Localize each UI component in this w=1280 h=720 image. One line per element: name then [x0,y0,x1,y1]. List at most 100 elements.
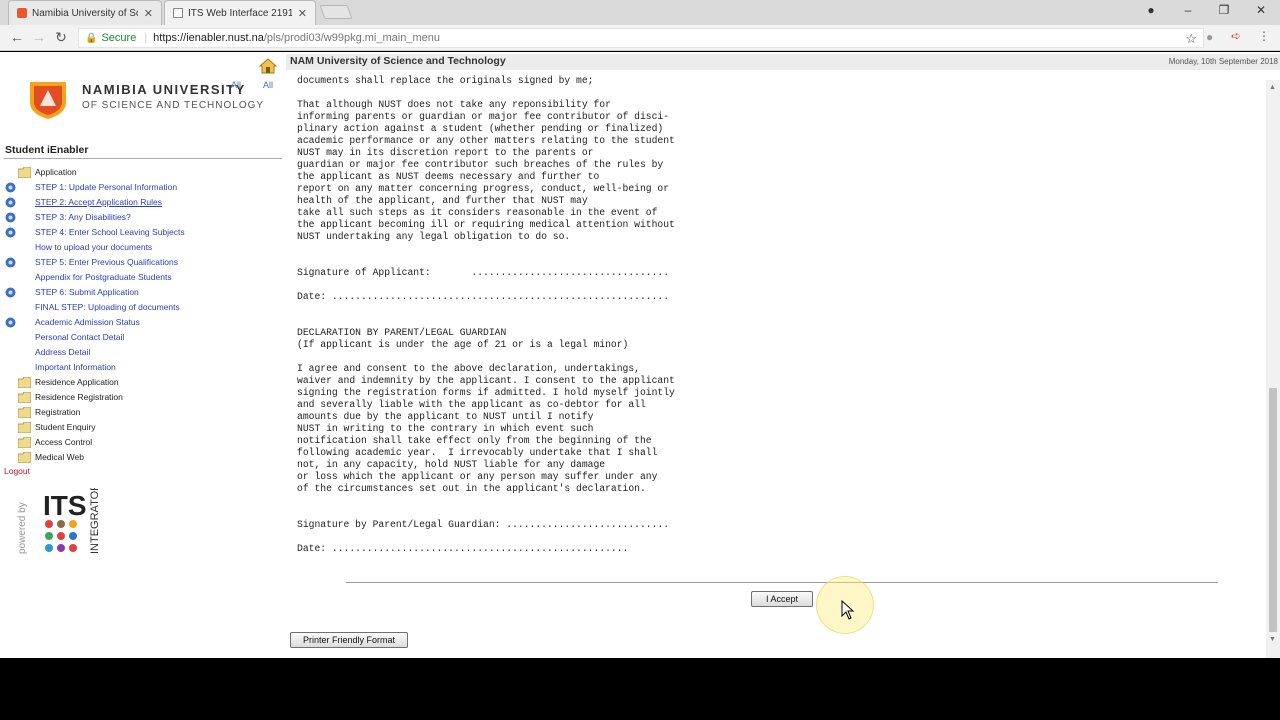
back-icon[interactable]: ← [8,29,26,45]
page: NAMIBIA UNIVERSITY OF SCIENCE AND TECHNO… [0,52,1280,658]
extension-arrow-icon[interactable]: ➪ [1231,29,1241,43]
menu-label: Address Detail [35,347,91,357]
reload-icon[interactable]: ↻ [52,29,70,46]
sidebar-divider [4,158,282,159]
menu-folder-residence-registration[interactable]: Residence Registration [0,390,284,405]
menu-label: Medical Web [35,452,84,462]
forward-icon[interactable]: → [30,29,48,45]
menu-label: Residence Registration [35,392,123,402]
menu-folder-medical-web[interactable]: Medical Web [0,450,284,465]
menu-label: Application [35,167,77,177]
menu-item-final-step[interactable]: FINAL STEP: Uploading of documents [0,300,284,315]
menu-item-important-info[interactable]: Important Information [0,360,284,375]
step-globe-icon [5,197,16,208]
menu-item-step3[interactable]: STEP 3: Any Disabilities? [0,210,284,225]
logo-line-2: OF SCIENCE AND TECHNOLOGY [82,100,265,111]
tab-title: ITS Web Interface 21911 [188,7,292,19]
menu-item-step6[interactable]: STEP 6: Submit Application [0,285,284,300]
expand-all-link[interactable]: All [231,80,241,90]
bookmark-star-icon[interactable]: ☆ [1185,31,1197,47]
menu-item-step4[interactable]: STEP 4: Enter School Leaving Subjects [0,225,284,240]
folder-icon [18,407,31,418]
menu-label: Important Information [35,362,116,372]
browser-toolbar: ← → ↻ 🔒 Secure | https://ienabler.nust.n… [0,25,1280,51]
menu-label: Academic Admission Status [35,317,140,327]
close-window-icon[interactable]: ✕ [1251,3,1271,17]
menu-item-step2[interactable]: STEP 2: Accept Application Rules [0,195,284,210]
powered-by-text: powered by [17,502,28,554]
collapse-all-link[interactable]: All [263,80,273,90]
folder-icon [18,377,31,388]
home-icon[interactable] [258,56,278,76]
menu-label: STEP 2: Accept Application Rules [35,197,162,207]
new-tab-button[interactable] [319,5,353,19]
printer-friendly-button[interactable]: Printer Friendly Format [290,632,408,648]
scroll-up-icon[interactable]: ▲ [1269,84,1276,91]
logout-link[interactable]: Logout [4,466,30,476]
integrator-text: INTEGRATOR [89,488,101,554]
menu-label: Appendix for Postgraduate Students [35,272,172,282]
nust-favicon-icon [17,8,27,18]
sidebar: NAMIBIA UNIVERSITY OF SCIENCE AND TECHNO… [0,52,284,658]
menu-item-step1[interactable]: STEP 1: Update Personal Information [0,180,284,195]
scroll-down-icon[interactable]: ▼ [1269,636,1276,643]
close-tab-icon[interactable]: ✕ [144,7,153,20]
header-bar: NAM University of Science and Technology… [286,54,1280,70]
page-scrollbar[interactable]: ▲ ▼ [1266,80,1280,658]
extension-icon[interactable]: ● [1206,30,1213,44]
folder-icon [18,422,31,433]
folder-icon [18,437,31,448]
sidebar-title: Student iEnabler [5,144,89,156]
tab-its-web-interface[interactable]: ITS Web Interface 21911 ✕ [164,0,316,25]
menu-folder-access-control[interactable]: Access Control [0,435,284,450]
secure-label: Secure [101,32,137,44]
its-integrator-logo: powered by ITS INTEGRATOR [17,488,101,554]
application-rules-text: documents shall replace the originals si… [297,75,675,554]
folder-icon [18,167,31,178]
menu-kebab-icon[interactable]: ⋮ [1258,29,1270,43]
step-globe-icon [5,182,16,193]
page-favicon-icon [173,8,183,18]
logo-line-1: NAMIBIA UNIVERSITY [82,82,246,97]
menu-label: STEP 4: Enter School Leaving Subjects [35,227,185,237]
menu-item-admission-status[interactable]: Academic Admission Status [0,315,284,330]
folder-icon [18,392,31,403]
menu-folder-residence-application[interactable]: Residence Application [0,375,284,390]
menu-label: Residence Application [35,377,119,387]
step-globe-icon [5,287,16,298]
menu-folder-student-enquiry[interactable]: Student Enquiry [0,420,284,435]
omnibox-separator: | [144,32,148,44]
menu-item-upload-howto[interactable]: How to upload your documents [0,240,284,255]
nust-shield-icon [30,82,66,119]
step-globe-icon [5,257,16,268]
menu-folder-application[interactable]: Application [0,165,284,180]
url-path: /pls/prodi03/w99pkg.mi_main_menu [263,32,440,44]
accept-button[interactable]: I Accept [751,591,813,607]
main-content: NAM University of Science and Technology… [284,52,1280,658]
scrollbar-thumb[interactable] [1269,388,1277,632]
minimize-icon[interactable]: – [1178,3,1198,17]
institution-name: NAM University of Science and Technology [290,55,506,67]
mouse-cursor-icon [841,600,855,620]
close-tab-icon[interactable]: ✕ [298,7,307,20]
lock-icon: 🔒 [85,32,98,44]
menu-item-address-detail[interactable]: Address Detail [0,345,284,360]
address-bar[interactable]: 🔒 Secure | https://ienabler.nust.na/pls/… [78,28,1204,48]
menu-label: STEP 5: Enter Previous Qualifications [35,257,178,267]
menu-label: FINAL STEP: Uploading of documents [35,302,180,312]
tab-nust[interactable]: Namibia University of Sci ✕ [8,0,162,25]
menu-label: STEP 6: Submit Application [35,287,139,297]
menu-item-postgrad-appendix[interactable]: Appendix for Postgraduate Students [0,270,284,285]
step-globe-icon [5,212,16,223]
browser-tab-bar: Namibia University of Sci ✕ ITS Web Inte… [0,0,1280,25]
menu-label: STEP 3: Any Disabilities? [35,212,131,222]
nust-logo: NAMIBIA UNIVERSITY OF SCIENCE AND TECHNO… [28,78,263,128]
restore-icon[interactable]: ❐ [1214,3,1234,17]
menu-item-step5[interactable]: STEP 5: Enter Previous Qualifications [0,255,284,270]
menu-item-personal-contact[interactable]: Personal Contact Detail [0,330,284,345]
menu-folder-registration[interactable]: Registration [0,405,284,420]
menu-label: STEP 1: Update Personal Information [35,182,178,192]
current-date: Monday, 10th September 2018 [1168,57,1278,66]
profile-icon[interactable]: ● [1141,3,1161,17]
its-text: ITS [43,490,87,521]
